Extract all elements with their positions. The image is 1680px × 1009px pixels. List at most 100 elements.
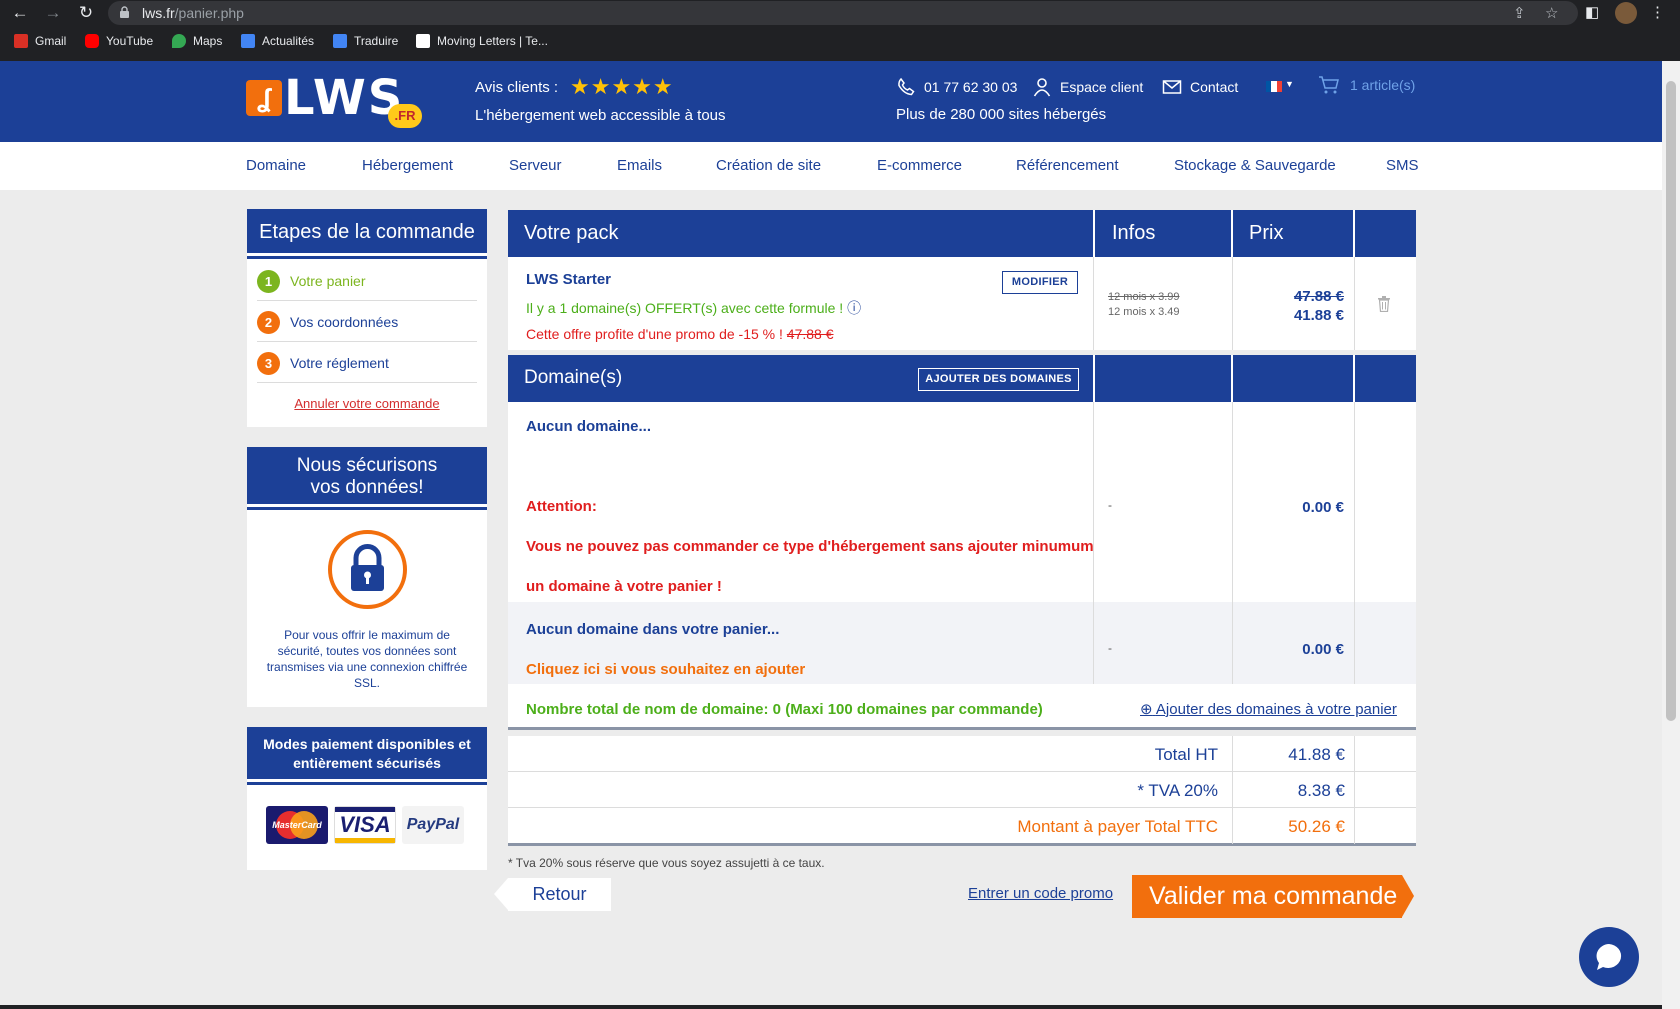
warning-line1: Vous ne pouvez pas commander ce type d'h… <box>526 538 1094 555</box>
divider <box>1093 355 1095 402</box>
chevron-down-icon[interactable]: ▼ <box>1285 79 1294 89</box>
cart-link[interactable]: 1 article(s) <box>1318 75 1415 95</box>
bookmark-gmail[interactable]: Gmail <box>14 34 66 48</box>
reload-icon[interactable]: ↻ <box>76 3 96 23</box>
moving-letters-icon <box>416 34 430 48</box>
payment-box: Modes paiement disponibles et entièremen… <box>247 727 487 870</box>
step-label: Votre réglement <box>290 355 389 371</box>
share-icon[interactable]: ⇪ <box>1513 4 1526 22</box>
ttc-value: 50.26 € <box>1288 817 1345 836</box>
bookmark-moving-letters[interactable]: Moving Letters | Te... <box>416 34 548 48</box>
espace-client-link[interactable]: Espace client <box>1032 77 1143 97</box>
domains-title: Domaine(s) <box>524 367 623 388</box>
phone-icon <box>898 77 915 96</box>
flag-fr-icon[interactable] <box>1266 81 1282 92</box>
bookmark-youtube[interactable]: YouTube <box>85 34 153 48</box>
browser-chrome: ← → ↻ lws.fr/panier.php ⇪ ☆ ◧ ⋮ Gmail Yo… <box>0 0 1680 61</box>
price-new: 41.88 € <box>1293 307 1344 324</box>
col-prix: Prix <box>1249 222 1284 244</box>
bookmark-traduire[interactable]: Traduire <box>333 34 398 48</box>
window-bottom <box>0 1005 1662 1009</box>
maps-icon <box>172 34 186 48</box>
divider <box>1354 602 1355 684</box>
security-title-line2: vos données! <box>310 477 424 498</box>
gmail-icon <box>14 34 28 48</box>
step-number: 3 <box>257 351 280 375</box>
warning-line2: un domaine à votre panier ! <box>526 578 722 595</box>
col-votre-pack: Votre pack <box>524 222 619 244</box>
rating-stars[interactable]: ★★★★★ <box>570 74 674 100</box>
bookmark-star-icon[interactable]: ☆ <box>1545 4 1558 22</box>
sidepanel-icon[interactable]: ◧ <box>1585 3 1599 21</box>
forward-icon[interactable]: → <box>43 3 63 23</box>
mastercard-label: MasterCard <box>272 820 322 830</box>
url-text: lws.fr/panier.php <box>142 5 244 21</box>
add-domains-button[interactable]: AJOUTER DES DOMAINES <box>918 368 1079 391</box>
divider <box>1354 772 1355 808</box>
contact-label: Contact <box>1190 79 1239 95</box>
modifier-button[interactable]: MODIFIER <box>1002 271 1078 294</box>
retour-button[interactable]: Retour <box>494 878 611 911</box>
menu-emails[interactable]: Emails <box>617 157 662 174</box>
logo-suffix: .FR <box>388 104 422 128</box>
profile-avatar[interactable] <box>1615 2 1637 24</box>
chat-bubble-icon[interactable] <box>1579 927 1639 987</box>
scroll-thumb[interactable] <box>1666 81 1676 721</box>
menu-serveur[interactable]: Serveur <box>509 157 562 174</box>
lws-logo[interactable]: ʆ LWS .FR <box>246 70 426 132</box>
step-number: 2 <box>257 310 280 334</box>
logo-text: LWS <box>284 70 405 126</box>
valider-commande-button[interactable]: Valider ma commande <box>1132 875 1414 918</box>
add-domains-link[interactable]: ⊕ Ajouter des domaines à votre panier <box>1140 700 1397 718</box>
bookmark-actualites[interactable]: Actualités <box>241 34 314 48</box>
step-panier[interactable]: 1 Votre panier <box>257 262 477 301</box>
scrollbar[interactable] <box>1662 61 1680 1009</box>
mastercard-icon: MasterCard <box>266 806 328 844</box>
address-bar[interactable]: lws.fr/panier.php ⇪ ☆ <box>108 1 1578 25</box>
menu-e-commerce[interactable]: E-commerce <box>877 157 962 174</box>
bookmark-maps[interactable]: Maps <box>172 34 222 48</box>
contact-link[interactable]: Contact <box>1162 77 1238 97</box>
menu-creation-de-site[interactable]: Création de site <box>716 157 821 174</box>
menu-dots-icon[interactable]: ⋮ <box>1650 3 1665 21</box>
order-steps-title: Etapes de la commande <box>247 209 487 256</box>
phone-link[interactable]: 01 77 62 30 03 <box>896 77 1017 97</box>
security-title: Nous sécurisons vos données! <box>247 447 487 507</box>
empty-cart-price: 0.00 € <box>1302 641 1344 658</box>
lock-icon <box>120 6 129 18</box>
back-icon[interactable]: ← <box>10 3 30 23</box>
offer-text: Il y a 1 domaine(s) OFFERT(s) avec cette… <box>526 300 862 316</box>
paypal-icon: PayPal <box>402 806 464 844</box>
info-icon[interactable]: ⓘ <box>847 300 861 316</box>
divider <box>1231 355 1233 402</box>
cancel-order-link[interactable]: Annuler votre commande <box>247 396 487 411</box>
plus-circle-icon: ⊕ <box>1140 701 1153 718</box>
menu-domaine[interactable]: Domaine <box>246 157 306 174</box>
menu-sms[interactable]: SMS <box>1386 157 1419 174</box>
promo-old-price: 47.88 € <box>786 326 834 342</box>
domain-price: 0.00 € <box>1302 499 1344 516</box>
step-coordonnees[interactable]: 2 Vos coordonnées <box>257 303 477 342</box>
promo-text: Cette offre profite d'une promo de -15 %… <box>526 326 834 342</box>
tva-row: * TVA 20% 8.38 € <box>508 772 1416 808</box>
trash-icon[interactable] <box>1377 296 1391 312</box>
price-old: 47.88 € <box>1293 288 1344 305</box>
total-domains-text: Nombre total de nom de domaine: 0 (Maxi … <box>526 701 1043 718</box>
product-name: LWS Starter <box>526 271 612 288</box>
promo-code-link[interactable]: Entrer un code promo <box>968 885 1113 902</box>
tva-value: 8.38 € <box>1297 781 1345 800</box>
security-title-line1: Nous sécurisons <box>296 455 438 476</box>
phone-number: 01 77 62 30 03 <box>924 79 1018 95</box>
menu-stockage-sauvegarde[interactable]: Stockage & Sauvegarde <box>1174 157 1336 174</box>
divider <box>1354 736 1355 772</box>
menu-hebergement[interactable]: Hébergement <box>362 157 453 174</box>
divider <box>1232 736 1233 772</box>
sites-hosted: Plus de 280 000 sites hébergés <box>896 106 1107 123</box>
menu-referencement[interactable]: Référencement <box>1016 157 1119 174</box>
click-add-link[interactable]: Cliquez ici si vous souhaitez en ajouter <box>526 661 805 678</box>
step-reglement[interactable]: 3 Votre réglement <box>257 344 477 383</box>
divider <box>1354 257 1355 350</box>
visa-label: VISA <box>339 812 391 837</box>
no-domain-cart-text: Aucun domaine dans votre panier... <box>526 621 780 638</box>
bookmarks-bar: Gmail YouTube Maps Actualités Traduire M… <box>0 30 1680 56</box>
